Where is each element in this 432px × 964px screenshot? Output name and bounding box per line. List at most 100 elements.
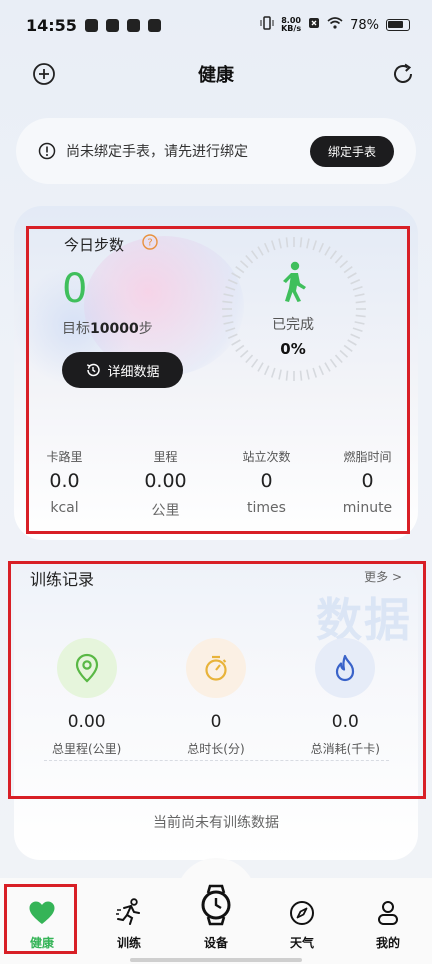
ring-tick (223, 321, 234, 325)
heart-icon (29, 901, 55, 924)
train-value: 0.00 (67, 712, 106, 732)
speed-unit: KB/s (281, 24, 302, 33)
battery-icon (386, 19, 410, 31)
status-time: 14:55 (26, 15, 77, 35)
ring-tick (350, 278, 361, 285)
stat-unit: kcal (50, 500, 79, 516)
help-icon[interactable]: ? (142, 234, 158, 254)
status-bar: 14:55 8.00 KB/s 78% (0, 0, 432, 50)
plus-circle-icon (33, 63, 55, 85)
ring-tick (278, 238, 282, 249)
message-notification-icon (126, 18, 140, 32)
stat-value: 0 (361, 470, 374, 492)
empty-training-note: 当前尚未有训练数据 (153, 815, 279, 831)
ring-tick (352, 285, 363, 291)
page-title: 健康 (198, 65, 234, 86)
ring-tick (231, 339, 241, 346)
stat-value: 0.0 (49, 470, 80, 492)
train-label: 总里程(公里) (51, 742, 122, 756)
tab-health[interactable]: 健康 (7, 894, 77, 951)
bind-notice-text: 尚未绑定手表，请先进行绑定 (66, 144, 248, 160)
ring-tick (270, 367, 276, 378)
app-header: 健康 (0, 52, 432, 96)
ring-tick (231, 272, 241, 279)
more-link[interactable]: 更多 > (364, 568, 402, 585)
ring-tick (354, 321, 365, 325)
goal-value: 10000 (90, 321, 139, 337)
ring-tick (306, 369, 310, 380)
grid-notification-icon (147, 18, 161, 32)
stat-standing: 站立次数 0 times (216, 448, 317, 520)
ring-tick (285, 370, 289, 381)
tab-label: 训练 (116, 936, 141, 950)
divider (44, 760, 389, 761)
training-title: 训练记录 (30, 570, 95, 589)
history-icon (87, 363, 101, 377)
ring-tick (235, 344, 245, 352)
runner-icon (116, 898, 140, 925)
total-consumption: 0.0 总消耗(千卡) (281, 638, 410, 757)
ring-tick (235, 266, 245, 274)
refresh-icon (394, 63, 412, 83)
tab-label: 天气 (289, 936, 314, 950)
ring-tick (222, 300, 233, 304)
stat-unit: 公里 (151, 503, 180, 519)
ring-tick (324, 246, 331, 256)
ring-tick (339, 260, 349, 269)
ring-tick (352, 327, 363, 333)
progress-ring (222, 237, 366, 381)
detail-button-label: 详细数据 (107, 364, 160, 380)
tab-device[interactable]: 设备 (181, 878, 251, 951)
refresh-button[interactable] (390, 61, 416, 87)
goal-suffix: 步 (138, 321, 153, 337)
ring-tick (324, 362, 331, 372)
stat-title: 站立次数 (242, 450, 291, 464)
ring-tick (251, 358, 259, 368)
location-pin-icon (56, 638, 117, 698)
ring-tick (343, 266, 353, 274)
ring-tick (306, 238, 310, 249)
ring-tick (227, 333, 238, 340)
ring-tick (263, 365, 270, 376)
wifi-icon (327, 17, 343, 33)
bind-watch-button[interactable]: 绑定手表 (310, 135, 394, 167)
ring-tick (227, 278, 238, 285)
sim-icon (308, 17, 320, 33)
battery-percent: 78% (350, 17, 379, 33)
stat-distance: 里程 0.00 公里 (115, 448, 216, 520)
home-indicator (130, 958, 302, 962)
compass-icon (290, 901, 314, 925)
ring-tick (285, 237, 289, 248)
watch-icon (201, 884, 231, 926)
stat-value: 0 (260, 470, 273, 492)
ring-tick (245, 254, 254, 264)
ring-tick (270, 240, 276, 251)
detail-data-button[interactable]: 详细数据 (62, 352, 183, 388)
ring-tick (223, 293, 234, 297)
ring-tick (355, 314, 366, 318)
tab-label: 我的 (375, 936, 400, 950)
steps-title: 今日步数 (64, 236, 125, 254)
ring-tick (251, 250, 259, 260)
goal-prefix: 目标 (62, 321, 90, 337)
daily-stats: 卡路里 0.0 kcal 里程 0.00 公里 站立次数 0 times 燃脂时… (14, 448, 418, 520)
stat-title: 卡路里 (46, 450, 83, 464)
flame-icon (315, 638, 376, 698)
ring-tick (354, 293, 365, 297)
tab-weather[interactable]: 天气 (267, 894, 337, 951)
ring-tick (225, 285, 236, 291)
stat-unit: minute (342, 500, 393, 516)
bind-watch-notice: 尚未绑定手表，请先进行绑定 绑定手表 (16, 118, 416, 184)
ring-tick (355, 300, 366, 304)
tab-training[interactable]: 训练 (94, 894, 164, 951)
vibrate-icon (260, 16, 274, 34)
ring-tick (350, 333, 361, 340)
stopwatch-icon (185, 638, 246, 698)
ring-tick (225, 327, 236, 333)
tab-profile[interactable]: 我的 (353, 894, 423, 951)
add-button[interactable] (31, 61, 57, 87)
ring-tick (239, 260, 249, 269)
ring-tick (257, 362, 264, 372)
ring-tick (347, 339, 357, 346)
ring-tick (299, 237, 303, 248)
